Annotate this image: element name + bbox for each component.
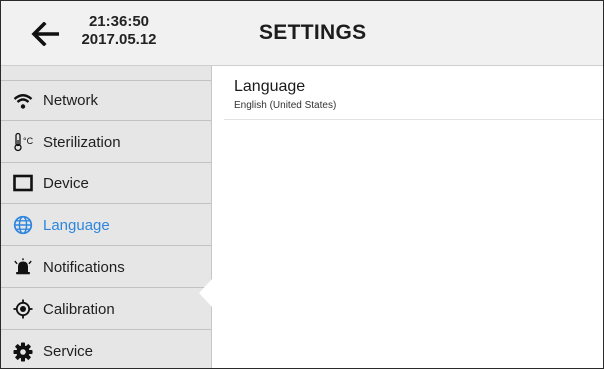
target-icon	[13, 299, 33, 319]
sidebar-item-notifications[interactable]: Notifications	[1, 247, 211, 288]
page-title: SETTINGS	[259, 21, 367, 44]
svg-text:°C: °C	[23, 136, 33, 146]
sidebar-item-service[interactable]: Service	[1, 331, 211, 368]
gear-icon	[13, 342, 33, 362]
language-setting-row[interactable]: Language English (United States)	[224, 74, 603, 120]
sidebar-item-label: Notifications	[43, 258, 125, 276]
settings-screen: 21:36:50 2017.05.12 SETTINGS Network °C …	[0, 0, 604, 369]
top-bar: 21:36:50 2017.05.12 SETTINGS	[1, 1, 603, 66]
sidebar-item-label: Device	[43, 174, 89, 192]
sidebar-item-label: Network	[43, 92, 99, 109]
back-button[interactable]	[29, 19, 63, 49]
settings-content: Language English (United States)	[212, 66, 603, 368]
sidebar-item-calibration[interactable]: Calibration	[1, 289, 211, 330]
device-icon	[13, 173, 33, 193]
sidebar-item-label: Calibration	[43, 300, 115, 318]
setting-value: English (United States)	[234, 100, 337, 111]
sidebar-item-label: Language	[43, 216, 110, 234]
clock-date: 2017.05.12	[81, 31, 157, 48]
sidebar-item-sterilization[interactable]: °C Sterilization	[1, 122, 211, 163]
sidebar-item-language[interactable]: Language	[1, 205, 211, 246]
sidebar-item-label: Service	[43, 343, 94, 360]
clock-time: 21:36:50	[88, 13, 150, 30]
clock: 21:36:50 2017.05.12	[67, 13, 171, 49]
alarm-bell-icon	[13, 257, 33, 277]
wifi-icon	[13, 91, 33, 111]
thermometer-icon: °C	[13, 132, 33, 152]
active-item-pointer	[199, 279, 212, 307]
arrow-left-icon	[31, 22, 59, 46]
sidebar-item-network[interactable]: Network	[1, 80, 211, 121]
sidebar-item-device[interactable]: Device	[1, 163, 211, 204]
sidebar: Network °C Sterilization Device Language…	[1, 66, 212, 368]
globe-icon	[13, 215, 33, 235]
sidebar-item-label: Sterilization	[43, 133, 121, 151]
setting-title: Language	[234, 78, 306, 95]
